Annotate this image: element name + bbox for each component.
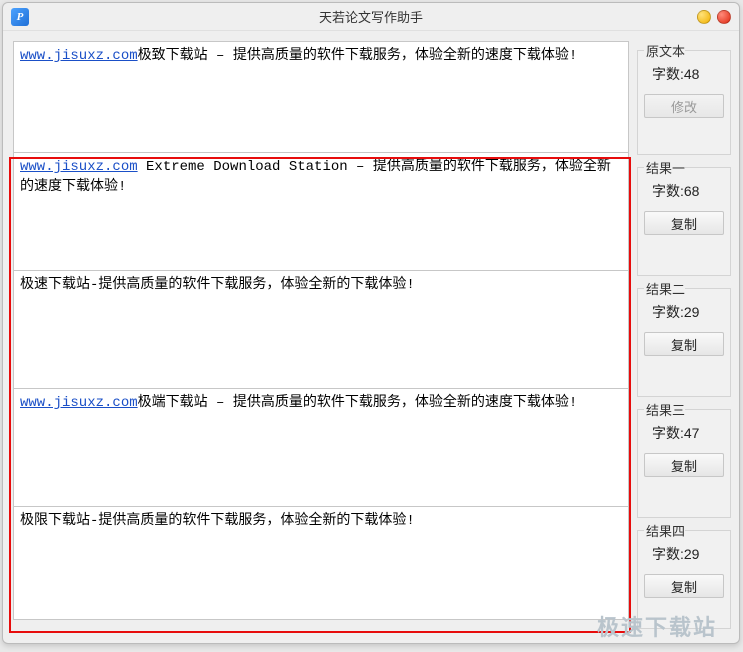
titlebar[interactable]: P 天若论文写作助手 <box>3 3 739 31</box>
side-groups-column: 原文本 字数:48 修改 结果一 字数:68 复制 结果二 字数:29 复制 结… <box>637 41 731 637</box>
group-result-3: 结果三 字数:47 复制 <box>637 400 731 518</box>
link-url[interactable]: www.jisuxz.com <box>20 159 138 175</box>
result-3-text-box[interactable]: www.jisuxz.com极端下载站 – 提供高质量的软件下载服务，体验全新的… <box>13 389 629 507</box>
original-text-box[interactable]: www.jisuxz.com极致下载站 – 提供高质量的软件下载服务，体验全新的… <box>13 41 629 153</box>
result-2-text-box[interactable]: 极速下载站-提供高质量的软件下载服务，体验全新的下载体验! <box>13 271 629 389</box>
group-result-1: 结果一 字数:68 复制 <box>637 158 731 276</box>
group-result-4: 结果四 字数:29 复制 <box>637 521 731 629</box>
result-4-text-box[interactable]: 极限下载站-提供高质量的软件下载服务，体验全新的下载体验! <box>13 507 629 620</box>
word-count: 字数:29 <box>644 298 724 324</box>
copy-button[interactable]: 复制 <box>644 211 724 235</box>
word-count: 字数:68 <box>644 177 724 203</box>
word-count: 字数:29 <box>644 540 724 566</box>
word-count: 字数:48 <box>644 60 724 86</box>
text-panes-column: www.jisuxz.com极致下载站 – 提供高质量的软件下载服务，体验全新的… <box>13 41 629 637</box>
text-content: 极端下载站 – 提供高质量的软件下载服务，体验全新的速度下载体验! <box>138 395 578 411</box>
link-url[interactable]: www.jisuxz.com <box>20 395 138 411</box>
text-content: 极致下载站 – 提供高质量的软件下载服务，体验全新的速度下载体验! <box>138 48 578 64</box>
modify-button[interactable]: 修改 <box>644 94 724 118</box>
word-count: 字数:47 <box>644 419 724 445</box>
result-1-text-box[interactable]: www.jisuxz.com Extreme Download Station … <box>13 153 629 271</box>
group-result-2: 结果二 字数:29 复制 <box>637 279 731 397</box>
copy-button[interactable]: 复制 <box>644 453 724 477</box>
content-area: www.jisuxz.com极致下载站 – 提供高质量的软件下载服务，体验全新的… <box>3 31 739 643</box>
group-title: 结果三 <box>644 400 685 419</box>
link-url[interactable]: www.jisuxz.com <box>20 48 138 64</box>
group-original: 原文本 字数:48 修改 <box>637 41 731 155</box>
copy-button[interactable]: 复制 <box>644 332 724 356</box>
close-icon[interactable] <box>717 10 731 24</box>
group-title: 原文本 <box>644 41 685 60</box>
minimize-icon[interactable] <box>697 10 711 24</box>
group-title: 结果二 <box>644 279 685 298</box>
text-content: 极速下载站-提供高质量的软件下载服务，体验全新的下载体验! <box>20 277 415 293</box>
app-window: P 天若论文写作助手 www.jisuxz.com极致下载站 – 提供高质量的软… <box>2 2 740 644</box>
window-controls <box>697 10 731 24</box>
window-title: 天若论文写作助手 <box>3 7 739 26</box>
text-content: 极限下载站-提供高质量的软件下载服务，体验全新的下载体验! <box>20 513 415 529</box>
copy-button[interactable]: 复制 <box>644 574 724 598</box>
group-title: 结果四 <box>644 521 685 540</box>
group-title: 结果一 <box>644 158 685 177</box>
